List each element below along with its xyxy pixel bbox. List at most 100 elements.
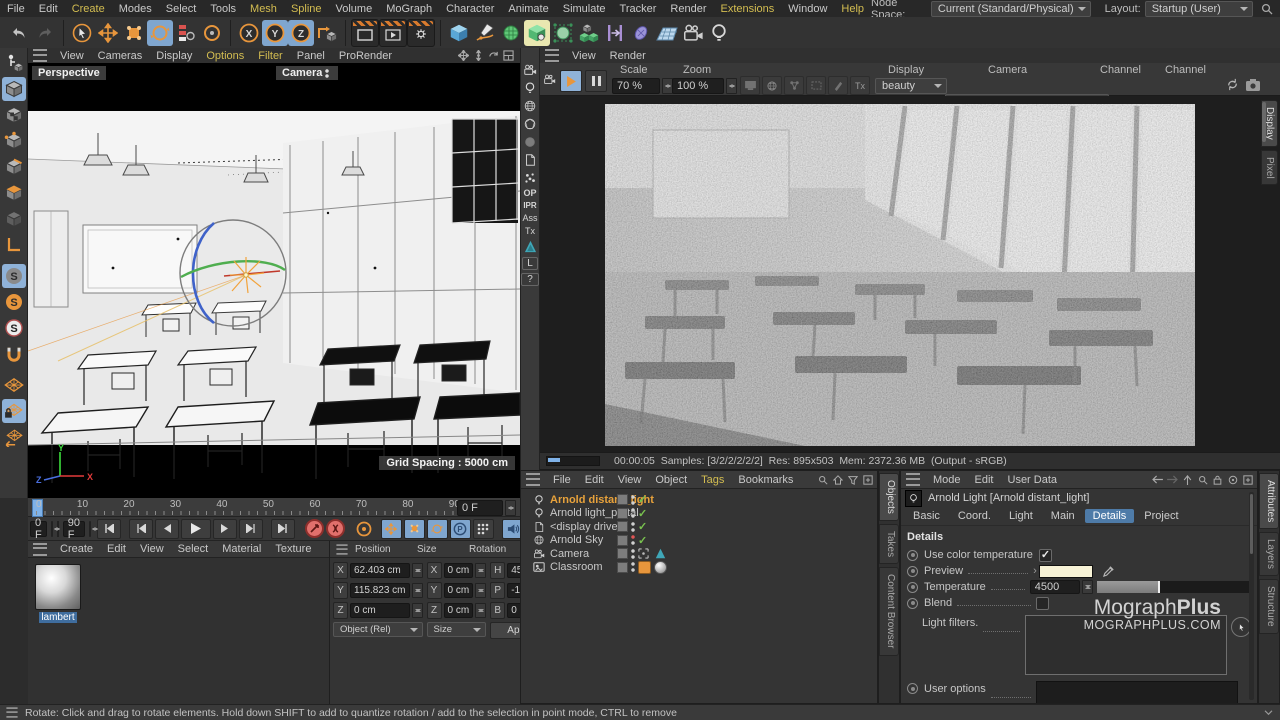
menu-animate[interactable]: Animate	[501, 3, 555, 15]
arnold-logo-icon[interactable]	[523, 239, 538, 254]
key-rotation-toggle[interactable]	[427, 519, 448, 539]
next-frame-button[interactable]	[213, 519, 237, 539]
arnold-license-button[interactable]: L	[522, 257, 538, 270]
size-y-stepper[interactable]	[475, 583, 486, 598]
object-row-arnold-distant-light[interactable]: Arnold distant_light ✓	[521, 493, 877, 507]
menu-tools[interactable]: Tools	[203, 3, 243, 15]
menu-mesh[interactable]: Mesh	[243, 3, 284, 15]
snap-modes-button[interactable]: S	[2, 290, 26, 314]
undo-button[interactable]	[6, 20, 32, 46]
spline-wrap-button[interactable]	[602, 20, 628, 46]
size-x-field[interactable]: 0 cm	[444, 563, 474, 578]
key-scale-toggle[interactable]	[404, 519, 425, 539]
menu-volume[interactable]: Volume	[329, 3, 380, 15]
size-x-stepper[interactable]	[475, 563, 486, 578]
texture-mode-button[interactable]	[2, 103, 26, 127]
ipr-zoom-field[interactable]: 100 %	[672, 78, 724, 94]
ipr-scale-field[interactable]: 70 %	[612, 78, 660, 94]
viewport-menu-icon[interactable]	[33, 49, 47, 62]
ipr-display-dropdown[interactable]: beauty	[875, 78, 947, 94]
model-mode-button[interactable]	[2, 77, 26, 101]
object-row-classroom[interactable]: Classroom	[521, 561, 877, 575]
size-z-stepper[interactable]	[475, 603, 486, 618]
om-menu-bookmarks[interactable]: Bookmarks	[731, 474, 800, 486]
next-key-button[interactable]	[239, 519, 263, 539]
pos-z-stepper[interactable]	[412, 603, 423, 618]
render-to-picture-viewer-button[interactable]	[379, 19, 407, 47]
viewport-view-label[interactable]: Perspective	[32, 66, 106, 80]
record-keyframe-button[interactable]	[305, 519, 324, 538]
vp-menu-panel[interactable]: Panel	[290, 50, 332, 62]
texture-tag-icon[interactable]	[654, 561, 667, 574]
position-x-field[interactable]: 62.403 cm	[350, 563, 410, 578]
am-up-icon[interactable]	[1180, 472, 1195, 487]
ipr-sync-icon[interactable]	[1225, 77, 1240, 92]
lock-workplane-button[interactable]	[2, 399, 26, 423]
key-position-toggle[interactable]	[381, 519, 402, 539]
tab-structure[interactable]: Structure	[1259, 579, 1279, 634]
coord-size-mode-dropdown[interactable]: Size	[427, 622, 487, 637]
arnold-ass-button[interactable]: Ass	[522, 213, 537, 223]
menu-spline[interactable]: Spline	[284, 3, 329, 15]
object-row-display-driver[interactable]: <display driver> ✓	[521, 520, 877, 534]
layout-dropdown[interactable]: Startup (User)	[1145, 1, 1253, 17]
psr-sub-buttons[interactable]	[173, 20, 199, 46]
ipr-menu-render[interactable]: Render	[603, 50, 653, 62]
material-menu-icon[interactable]	[33, 543, 47, 556]
am-tab-details[interactable]: Details	[1085, 509, 1135, 523]
goto-start-button[interactable]	[97, 519, 121, 539]
om-home-icon[interactable]	[830, 472, 845, 487]
menu-window[interactable]: Window	[781, 3, 834, 15]
am-menu-edit[interactable]: Edit	[968, 474, 1001, 486]
record-autokey-button[interactable]	[326, 519, 345, 538]
mat-menu-view[interactable]: View	[133, 543, 171, 555]
anim-dot-blend[interactable]	[907, 598, 918, 609]
arnold-noise-icon[interactable]	[523, 170, 538, 185]
scale-tool-button[interactable]	[121, 20, 147, 46]
quantize-button[interactable]	[2, 342, 26, 366]
key-parameter-toggle[interactable]: P	[450, 519, 471, 539]
enable-axis-button[interactable]	[2, 233, 26, 257]
menu-render[interactable]: Render	[663, 3, 713, 15]
am-menu-mode[interactable]: Mode	[926, 474, 968, 486]
polygon-mode-button[interactable]	[2, 181, 26, 205]
range-start-field[interactable]: 0 F	[30, 521, 47, 537]
arnold-render-view-icon[interactable]	[523, 62, 538, 77]
am-tab-main[interactable]: Main	[1043, 509, 1083, 523]
om-search-icon[interactable]	[815, 472, 830, 487]
coord-menu-icon[interactable]	[336, 544, 347, 554]
workplane-button[interactable]	[314, 20, 340, 46]
prev-frame-button[interactable]	[155, 519, 179, 539]
arnold-ipr-button[interactable]: IPR	[523, 201, 536, 210]
attribute-scrollbar[interactable]	[1249, 492, 1254, 700]
size-y-field[interactable]: 0 cm	[444, 583, 474, 598]
am-tab-light[interactable]: Light	[1001, 509, 1041, 523]
menu-tracker[interactable]: Tracker	[613, 3, 664, 15]
arnold-polymesh-icon[interactable]	[523, 116, 538, 131]
planar-workplane-button[interactable]	[2, 425, 26, 449]
temperature-slider[interactable]	[1097, 581, 1251, 593]
tab-objects[interactable]: Objects	[879, 473, 899, 521]
ipr-snapshot-icon[interactable]	[1245, 77, 1260, 92]
material-thumbnail[interactable]	[35, 564, 81, 610]
render-settings-button[interactable]	[407, 19, 435, 47]
object-row-camera[interactable]: Camera	[521, 547, 877, 561]
light-filters-add-icon[interactable]	[1231, 617, 1251, 637]
am-tab-coord[interactable]: Coord.	[950, 509, 999, 523]
status-menu-icon[interactable]	[6, 707, 17, 717]
vp-menu-filter[interactable]: Filter	[251, 50, 289, 62]
range-end-field[interactable]: 90 F	[63, 521, 85, 537]
deformer-button[interactable]	[550, 20, 576, 46]
tab-layers[interactable]: Layers	[1259, 532, 1279, 576]
object-row-arnold-light-portal[interactable]: Arnold light_portal ✓	[521, 507, 877, 521]
mat-menu-edit[interactable]: Edit	[100, 543, 133, 555]
menu-extensions[interactable]: Extensions	[713, 3, 781, 15]
ipr-menu-icon[interactable]	[545, 49, 559, 62]
ipr-nodes-icon[interactable]	[784, 76, 804, 95]
viewport-canvas[interactable]: Perspective Camera Grid Spacing : 5000 c…	[28, 63, 520, 498]
menu-character[interactable]: Character	[439, 3, 501, 15]
om-menu-icon[interactable]	[526, 473, 540, 486]
ipr-zoom-stepper[interactable]	[726, 78, 737, 94]
arnold-volume-icon[interactable]	[523, 134, 538, 149]
rotate-view-icon[interactable]	[486, 48, 501, 63]
